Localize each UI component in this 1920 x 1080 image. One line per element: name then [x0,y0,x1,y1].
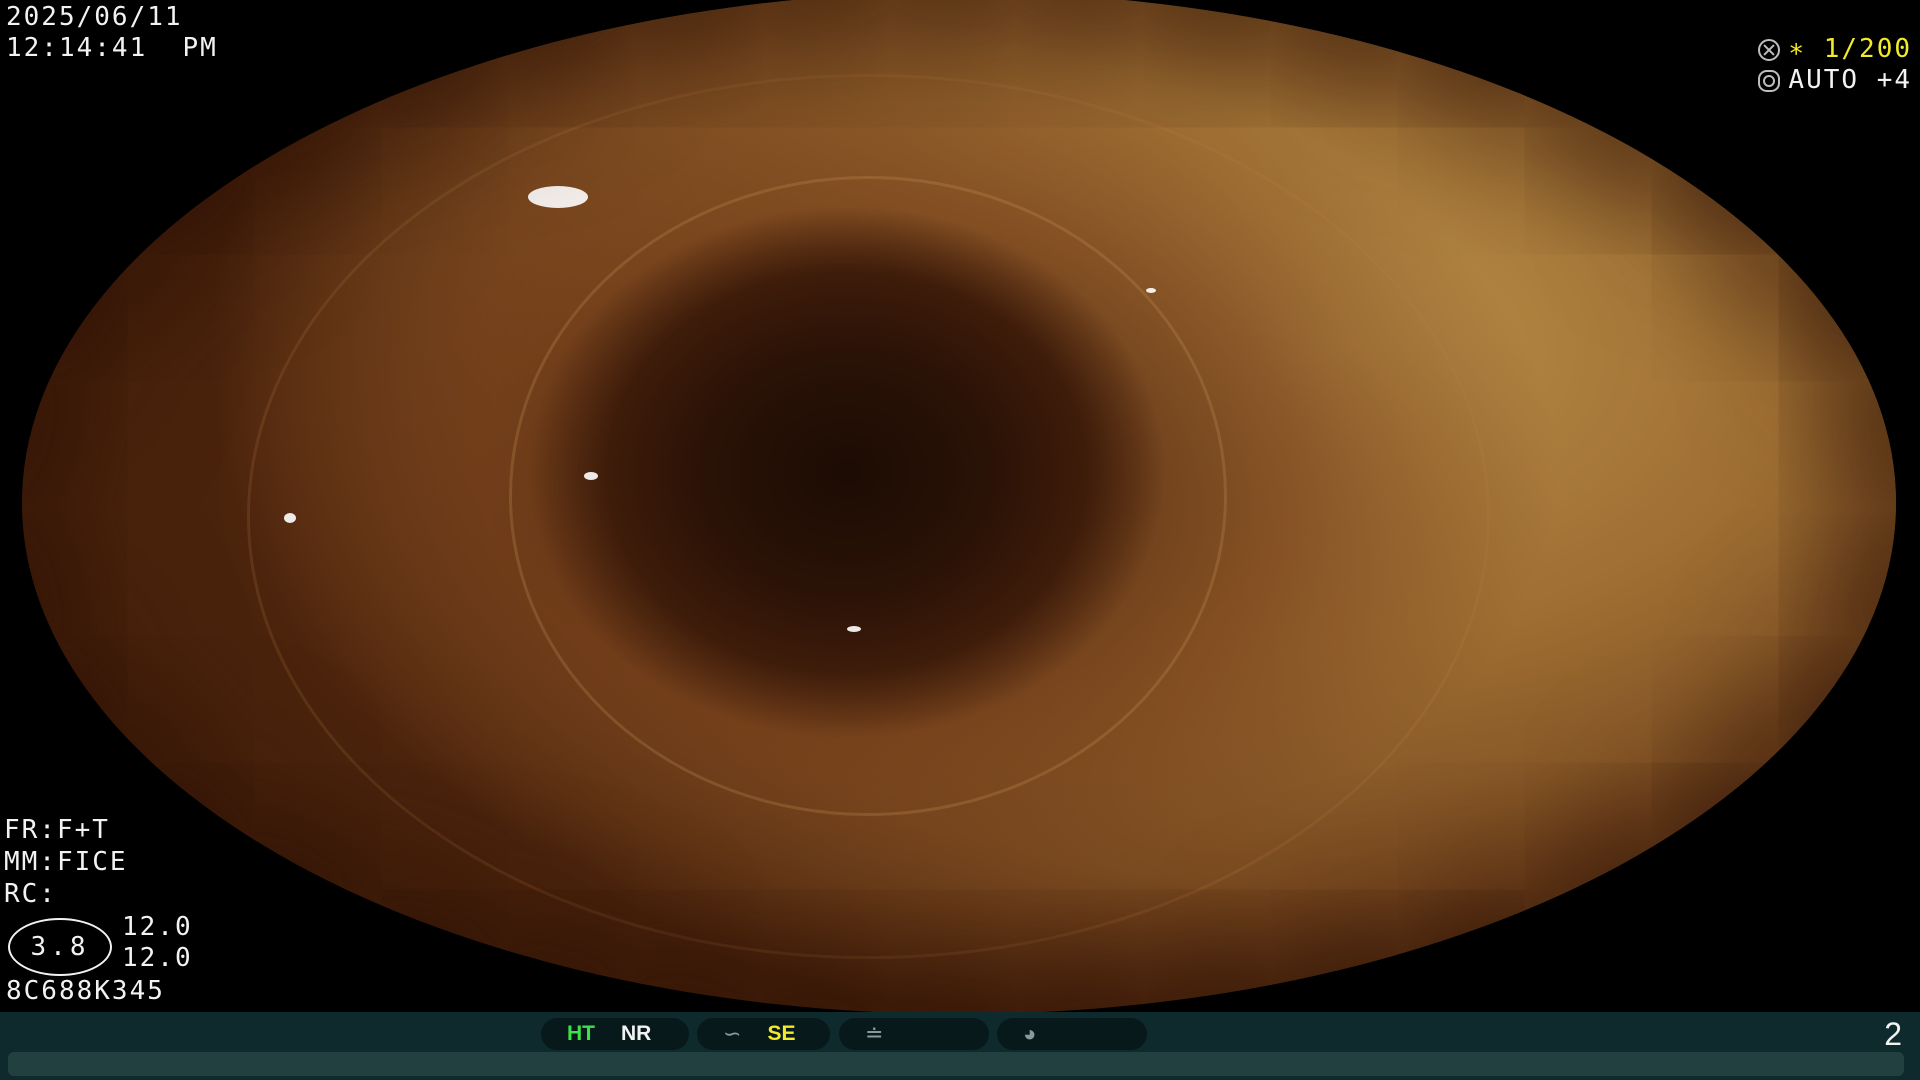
rc-setting: RC: [4,879,57,909]
light-reflection [584,472,599,481]
date-text: 2025/06/11 [6,2,183,32]
fr-setting: FR:F+T [4,815,110,845]
scope-diameter-badge: 3.8 [8,918,112,976]
shutter-row: ∗ 1/200 [1758,34,1912,65]
time-text: 12:14:41 PM [6,33,218,63]
light-reflection [340,43,367,54]
status-strip [8,1052,1904,1076]
page-number: 2 [1884,1016,1902,1052]
endoscope-view [22,0,1896,1014]
gauge-icon: ◕ [1023,1021,1037,1046]
se-label: SE [767,1022,796,1045]
ht-label: HT [567,1022,595,1045]
mm-setting: MM:FICE [4,847,128,877]
light-reflection [1146,288,1157,294]
camera-settings: ∗ 1/200 AUTO +4 [1758,34,1912,96]
mucosal-fold [509,175,1228,816]
se-indicator: ∽ SE [697,1018,830,1050]
shutter-speed: ∗ 1/200 [1788,34,1912,64]
light-reflection [527,186,588,209]
value-2: 12.0 [122,943,193,973]
ht-nr-indicator: HT NR [541,1018,689,1050]
mucosal-fold [246,73,1490,959]
nr-label: NR [621,1022,652,1045]
slash-wave-icon: ≐ [865,1021,884,1046]
value-1: 12.0 [122,912,193,942]
iris-row: AUTO +4 [1758,65,1912,96]
serial-number: 8C688K345 [6,976,165,1006]
light-reflection [846,625,861,632]
gauge-indicator: ◕ [997,1018,1147,1050]
slash-indicator: ≐ [839,1018,989,1050]
iris-mode: AUTO +4 [1788,65,1912,95]
iris-icon [1758,69,1781,92]
shutter-icon [1758,38,1781,61]
light-reflection [284,513,297,524]
wave-icon: ∽ [723,1021,742,1046]
scope-diameter: 3.8 [30,932,90,962]
